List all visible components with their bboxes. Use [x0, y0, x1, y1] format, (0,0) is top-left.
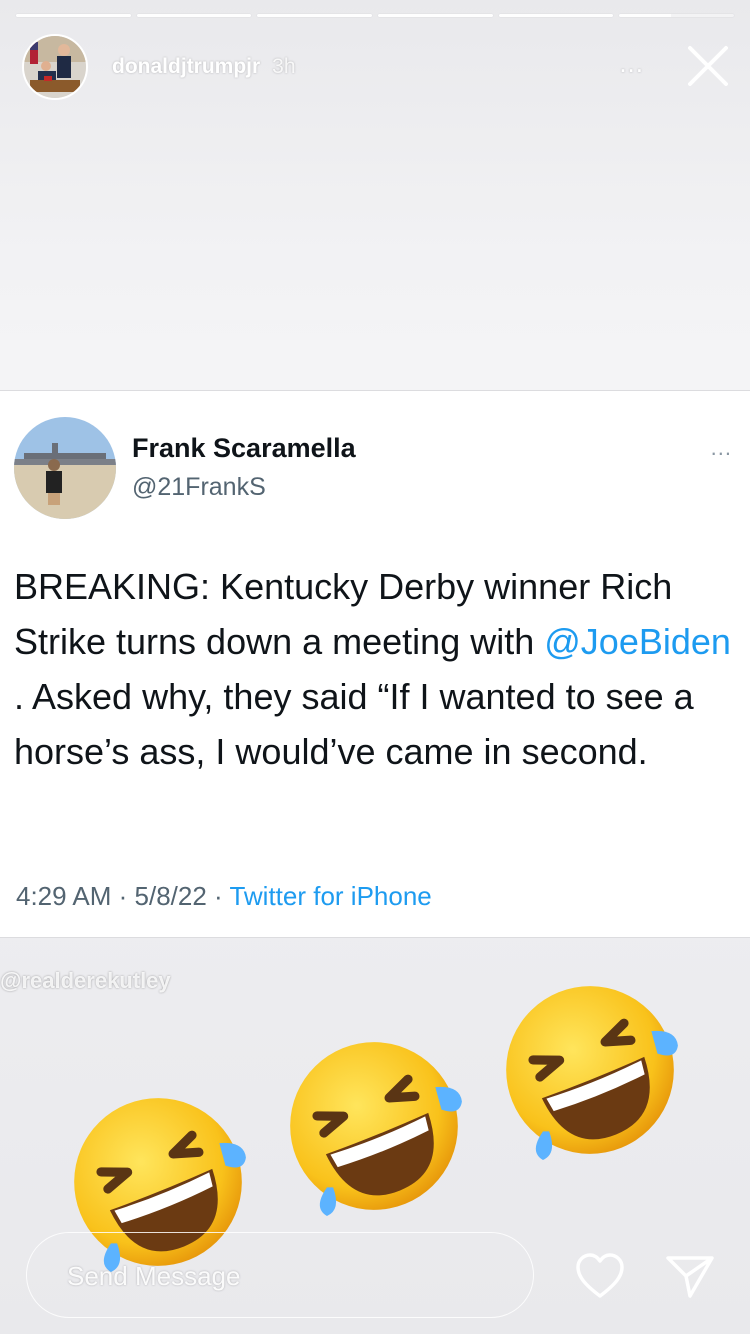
tweet-source: Twitter for iPhone — [229, 881, 432, 911]
meta-separator: · — [111, 881, 135, 911]
tweet-text: BREAKING: Kentucky Derby winner Rich Str… — [14, 559, 736, 779]
rolling-on-floor-laughing-emoji — [506, 986, 678, 1160]
progress-segment — [136, 14, 252, 17]
watermark: @realderekutley — [0, 968, 171, 993]
close-icon[interactable] — [684, 42, 732, 90]
send-message-field[interactable]: Send Message — [26, 1232, 534, 1318]
send-message-placeholder: Send Message — [67, 1261, 241, 1291]
avatar[interactable] — [22, 34, 88, 100]
progress-segment — [16, 14, 131, 17]
tweet-meta: 4:29 AM · 5/8/22 · Twitter for iPhone — [16, 881, 432, 912]
story-header: donaldjtrumpjr 3h ... — [22, 34, 732, 100]
story-username[interactable]: donaldjtrumpjr — [112, 55, 260, 79]
rolling-on-floor-laughing-emoji — [290, 1042, 462, 1216]
tweet-author-handle: @21FrankS — [132, 473, 266, 501]
story-progress-bar — [16, 14, 735, 18]
tweet-date: 5/8/22 — [134, 881, 207, 911]
heart-icon[interactable] — [574, 1252, 626, 1300]
progress-segment — [378, 14, 493, 17]
progress-segment — [498, 14, 614, 17]
more-icon[interactable]: ... — [619, 48, 644, 79]
tweet-time: 4:29 AM — [16, 881, 112, 911]
story-timestamp: 3h — [272, 55, 296, 78]
tweet-author-name: Frank Scaramella — [132, 433, 356, 463]
meta-separator: · — [206, 881, 230, 911]
progress-segment-current — [619, 14, 735, 17]
tweet-mention: @JoeBiden — [544, 621, 731, 662]
tweet-author-avatar — [14, 417, 116, 519]
progress-segment — [257, 14, 373, 17]
send-icon[interactable] — [664, 1252, 716, 1300]
tweet-more-icon: ... — [710, 435, 732, 460]
tweet-text-part: . Asked why, they said “If I wanted to s… — [14, 676, 694, 772]
tweet-card: Frank Scaramella @21FrankS ... BREAKING:… — [0, 390, 750, 938]
